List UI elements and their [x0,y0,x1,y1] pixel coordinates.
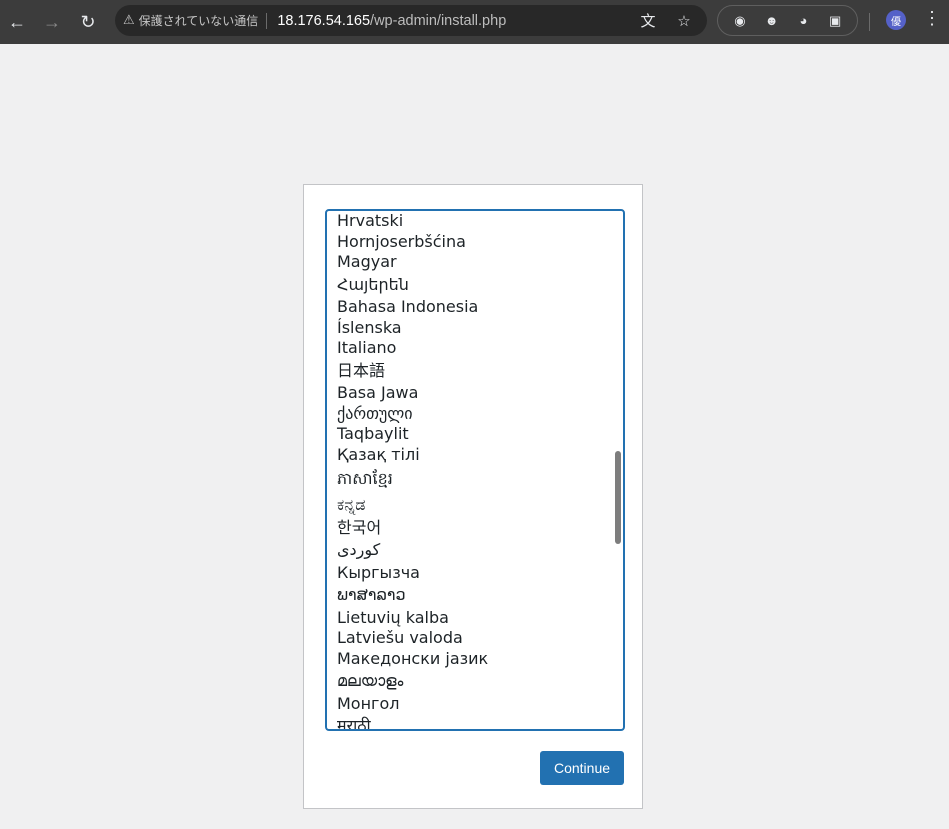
language-option[interactable]: ភាសាខ្មែរ [337,465,488,493]
divider [869,13,870,31]
language-option[interactable]: Íslenska [337,318,488,339]
reload-icon[interactable]: ↻ [73,7,103,37]
install-card: Hrvatski Hornjoserbšćina Magyar Հայերեն … [303,184,643,809]
language-list: Hrvatski Hornjoserbšćina Magyar Հայերեն … [337,211,488,729]
language-option[interactable]: Hornjoserbšćina [337,232,488,253]
camera-icon[interactable]: ◉ [731,12,749,30]
language-option[interactable]: Հայերեն [337,273,488,298]
language-option[interactable]: Македонски јазик [337,649,488,670]
url-host: 18.176.54.165 [277,12,371,29]
language-option[interactable]: 日本語 [337,359,488,384]
cookie-extension-icon[interactable]: ◕ [794,12,812,30]
star-icon[interactable]: ☆ [675,12,693,30]
language-option[interactable]: ಕನ್ನಡ [337,493,488,518]
extensions-group: ◉ ☻ ◕ ▣ [717,5,858,36]
continue-button[interactable]: Continue [540,751,624,785]
url-text[interactable]: 18.176.54.165/wp-admin/install.php [277,13,506,29]
divider [266,12,268,29]
language-option[interactable]: Basa Jawa [337,383,488,404]
language-option[interactable]: Taqbaylit [337,424,488,445]
translate-icon[interactable]: 文 [639,10,657,31]
language-select[interactable]: Hrvatski Hornjoserbšćina Magyar Հայերեն … [325,209,625,731]
security-indicator[interactable]: ⚠ 保護されていない通信 [123,12,258,29]
language-option[interactable]: Кыргызча [337,563,488,584]
scrollbar-thumb[interactable] [615,451,621,544]
language-option[interactable]: Latviešu valoda [337,628,488,649]
language-option[interactable]: Magyar [337,252,488,273]
language-option[interactable]: Lietuvių kalba [337,608,488,629]
language-option[interactable]: Bahasa Indonesia [337,297,488,318]
language-option[interactable]: 한국어 [337,518,488,539]
browser-toolbar: ← → ↻ ⚠ 保護されていない通信 18.176.54.165/wp-admi… [0,0,949,44]
language-option[interactable]: മലയാളം [337,669,488,694]
language-option[interactable]: ქართული [337,404,488,425]
security-label: 保護されていない通信 [138,14,259,28]
profile-avatar[interactable]: 優 [886,10,906,30]
language-option[interactable]: Italiano [337,338,488,359]
back-icon[interactable]: ← [2,7,32,37]
warning-icon: ⚠ [123,13,135,28]
language-option[interactable]: كوردی [337,538,488,563]
bot-extension-icon[interactable]: ☻ [763,12,781,30]
language-option[interactable]: मराठी [337,714,488,729]
address-bar[interactable]: ⚠ 保護されていない通信 18.176.54.165/wp-admin/inst… [115,5,707,36]
language-option[interactable]: ພາສາລາວ [337,583,488,608]
more-menu-icon[interactable]: ⋮ [923,8,941,29]
language-option[interactable]: Қазақ тілі [337,445,488,466]
forward-icon[interactable]: → [37,7,67,37]
language-option[interactable]: Монгол [337,694,488,715]
language-option[interactable]: Hrvatski [337,211,488,232]
url-path: /wp-admin/install.php [370,12,507,29]
puzzle-icon[interactable]: ▣ [826,12,844,30]
